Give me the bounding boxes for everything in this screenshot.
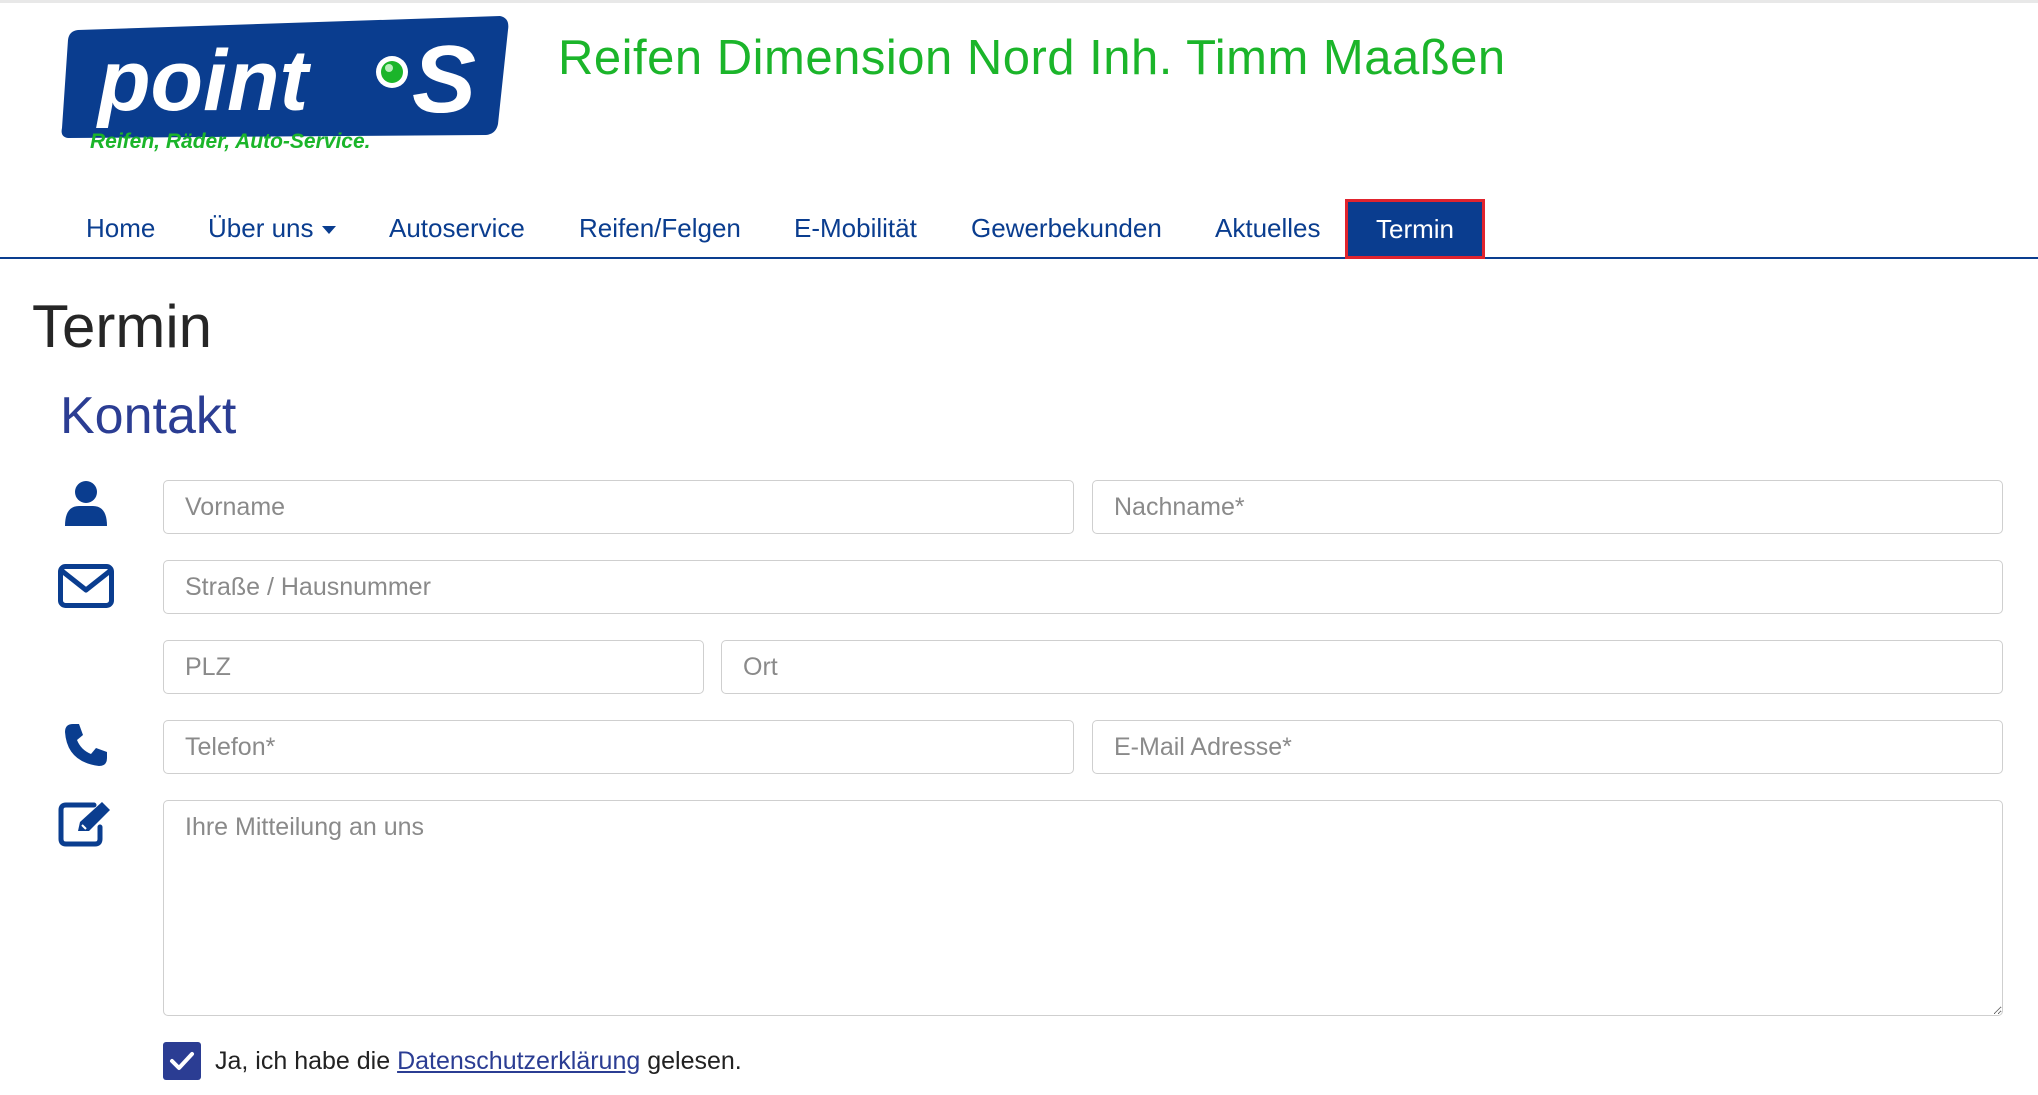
section-title: Kontakt bbox=[60, 387, 237, 445]
nav-ueber-uns[interactable]: Über uns bbox=[208, 200, 336, 257]
nav-aktuelles[interactable]: Aktuelles bbox=[1215, 200, 1321, 257]
phone-icon bbox=[63, 722, 109, 768]
page-title: Termin bbox=[32, 293, 213, 360]
nav-e-mobilitaet[interactable]: E-Mobilität bbox=[794, 200, 917, 257]
site-title: Reifen Dimension Nord Inh. Timm Maaßen bbox=[558, 31, 1506, 85]
nav-home[interactable]: Home bbox=[86, 200, 155, 257]
consent-row: Ja, ich habe die Datenschutzerklärung ge… bbox=[163, 1042, 742, 1080]
nav-e-mobilitaet-label: E-Mobilität bbox=[794, 213, 917, 243]
top-rule bbox=[0, 0, 2038, 3]
vorname-input[interactable] bbox=[163, 480, 1074, 534]
nav-gewerbekunden-label: Gewerbekunden bbox=[971, 213, 1162, 243]
consent-text-after: gelesen. bbox=[640, 1046, 742, 1075]
nav-termin[interactable]: Termin bbox=[1344, 199, 1486, 259]
point-s-logo[interactable]: point S Reifen, Räder, Auto-Service. bbox=[60, 14, 510, 154]
caret-down-icon bbox=[321, 226, 336, 235]
person-icon bbox=[63, 480, 109, 528]
nav-ueber-uns-label: Über uns bbox=[208, 213, 314, 243]
nachname-input[interactable] bbox=[1092, 480, 2003, 534]
nav-autoservice[interactable]: Autoservice bbox=[389, 200, 525, 257]
ort-input[interactable] bbox=[721, 640, 2003, 694]
nav-reifen-felgen[interactable]: Reifen/Felgen bbox=[579, 200, 741, 257]
strasse-input[interactable] bbox=[163, 560, 2003, 614]
nav-home-label: Home bbox=[86, 213, 156, 243]
nav-autoservice-label: Autoservice bbox=[389, 213, 525, 243]
main-nav: Home Über uns Autoservice Reifen/Felgen … bbox=[0, 199, 2038, 259]
nav-reifen-felgen-label: Reifen/Felgen bbox=[579, 213, 741, 243]
nav-gewerbekunden[interactable]: Gewerbekunden bbox=[971, 200, 1162, 257]
edit-icon bbox=[58, 799, 114, 847]
logo-tagline: Reifen, Räder, Auto-Service. bbox=[90, 130, 370, 153]
datenschutz-link[interactable]: Datenschutzerklärung bbox=[397, 1047, 640, 1075]
logo-word: point bbox=[96, 33, 311, 129]
mitteilung-textarea[interactable] bbox=[163, 800, 2003, 1016]
envelope-icon bbox=[58, 564, 114, 608]
consent-text: Ja, ich habe die Datenschutzerklärung ge… bbox=[215, 1047, 742, 1076]
logo-letter: S bbox=[412, 26, 476, 133]
nav-aktuelles-label: Aktuelles bbox=[1215, 213, 1321, 243]
consent-text-before: Ja, ich habe die bbox=[215, 1046, 398, 1075]
nav-termin-label: Termin bbox=[1376, 214, 1455, 244]
plz-input[interactable] bbox=[163, 640, 704, 694]
consent-checkbox[interactable] bbox=[163, 1042, 201, 1080]
telefon-input[interactable] bbox=[163, 720, 1074, 774]
checkmark-icon bbox=[170, 1052, 194, 1070]
email-input[interactable] bbox=[1092, 720, 2003, 774]
